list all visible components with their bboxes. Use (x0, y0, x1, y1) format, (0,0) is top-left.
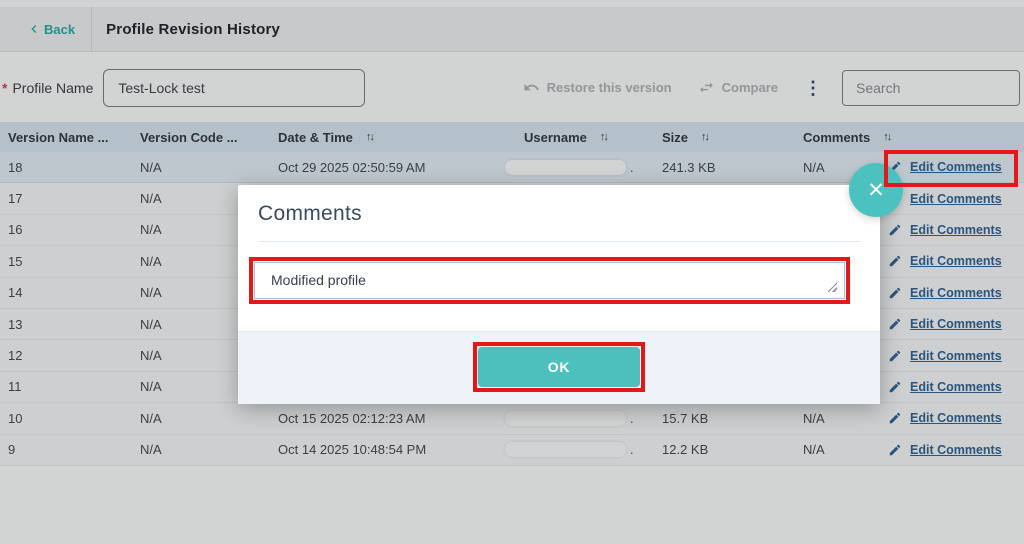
dialog-title: Comments (238, 185, 880, 226)
comments-dialog: Comments Modified profile OK (238, 185, 880, 404)
comment-textarea[interactable]: Modified profile (254, 262, 845, 299)
ok-button[interactable]: OK (478, 347, 640, 387)
profile-revision-history-screen: Back Profile Revision History * Profile … (0, 0, 1024, 544)
close-icon: ✕ (867, 178, 885, 203)
annotation-box-ok: OK (473, 342, 645, 392)
dialog-footer: OK (238, 331, 880, 404)
annotation-box-textarea: Modified profile (249, 257, 850, 304)
dialog-close-button[interactable]: ✕ (849, 163, 903, 217)
